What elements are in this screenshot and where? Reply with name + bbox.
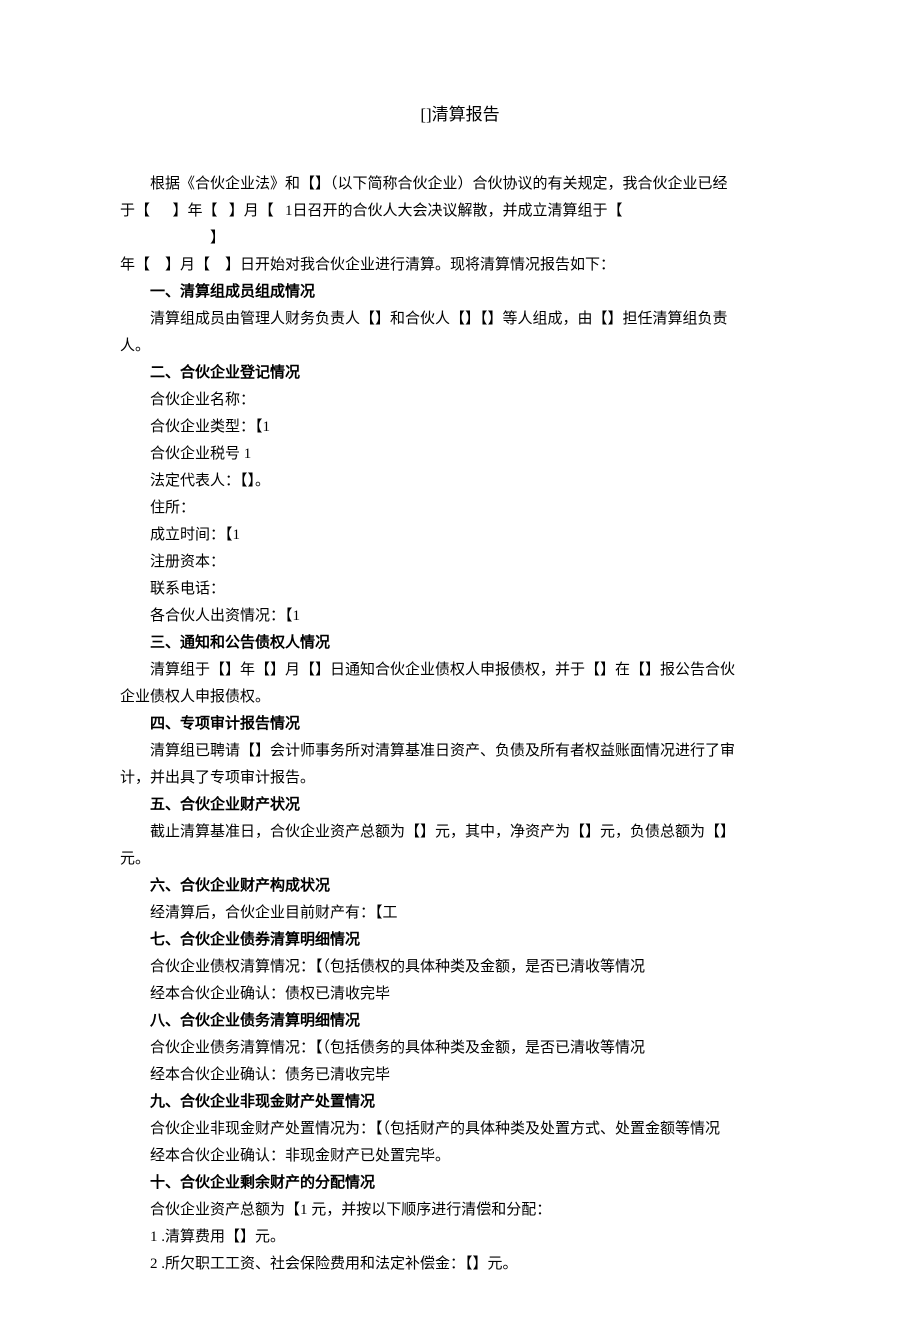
reg-partners: 各合伙人出资情况：【1 — [120, 603, 800, 630]
list-item-2: 2 .所欠职工工资、社会保险费用和法定补偿金：【】元。 — [120, 1251, 800, 1278]
section-9-line-2: 经本合伙企业确认：非现金财产已处置完毕。 — [120, 1143, 800, 1170]
intro-2-month: 】月【 — [229, 203, 274, 219]
reg-tax: 合伙企业税号 1 — [120, 441, 800, 468]
section-7-line-1: 合伙企业债权清算情况：【（包括债权的具体种类及金额，是否已清收等情况 — [120, 954, 800, 981]
heading-9: 九、合伙企业非现金财产处置情况 — [120, 1089, 800, 1116]
reg-addr: 住所： — [120, 495, 800, 522]
section-1-line-1: 清算组成员由管理人财务负责人【】和合伙人【】【】等人组成，由【】担任清算组负责 — [120, 306, 800, 333]
document-title: []清算报告 — [120, 100, 800, 131]
reg-est: 成立时间：【1 — [120, 522, 800, 549]
heading-7: 七、合伙企业债券清算明细情况 — [120, 927, 800, 954]
intro-2-year: 】年【 — [173, 203, 218, 219]
heading-4: 四、专项审计报告情况 — [120, 711, 800, 738]
section-3-line-1: 清算组于【】年【】月【】日通知合伙企业债权人申报债权，并于【】在【】报公告合伙 — [120, 657, 800, 684]
intro-2-day: 1日召开的合伙人大会决议解散，并成立清算组于【 — [285, 203, 623, 219]
heading-10: 十、合伙企业剩余财产的分配情况 — [120, 1170, 800, 1197]
list-item-1: 1 .清算费用【】元。 — [120, 1224, 800, 1251]
intro-2-prefix: 于【 — [120, 203, 150, 219]
section-8-line-1: 合伙企业债务清算情况：【（包括债务的具体种类及金额，是否已清收等情况 — [120, 1035, 800, 1062]
heading-1: 一、清算组成员组成情况 — [120, 279, 800, 306]
section-4-line-2: 计，并出具了专项审计报告。 — [120, 765, 800, 792]
heading-3: 三、通知和公告债权人情况 — [120, 630, 800, 657]
section-1-line-2: 人。 — [120, 333, 800, 360]
reg-name: 合伙企业名称： — [120, 387, 800, 414]
reg-legal: 法定代表人：【】。 — [120, 468, 800, 495]
reg-capital: 注册资本： — [120, 549, 800, 576]
intro-line-1: 根据《合伙企业法》和【】（以下简称合伙企业）合伙协议的有关规定，我合伙企业已经 — [120, 171, 800, 198]
heading-8: 八、合伙企业债务清算明细情况 — [120, 1008, 800, 1035]
section-4-line-1: 清算组已聘请【】会计师事务所对清算基准日资产、负债及所有者权益账面情况进行了审 — [120, 738, 800, 765]
section-10-line-1: 合伙企业资产总额为【1 元，并按以下顺序进行清偿和分配： — [120, 1197, 800, 1224]
intro-line-3: 】 — [120, 225, 800, 252]
section-6-line-1: 经清算后，合伙企业目前财产有：【工 — [120, 900, 800, 927]
section-7-line-2: 经本合伙企业确认：债权已清收完毕 — [120, 981, 800, 1008]
section-5-line-1: 截止清算基准日，合伙企业资产总额为【】元，其中，净资产为【】元，负债总额为【】 — [120, 819, 800, 846]
intro-line-2: 于【 】年【 】月【 1日召开的合伙人大会决议解散，并成立清算组于【 — [120, 198, 800, 225]
reg-type: 合伙企业类型：【1 — [120, 414, 800, 441]
heading-5: 五、合伙企业财产状况 — [120, 792, 800, 819]
section-8-line-2: 经本合伙企业确认：债务已清收完毕 — [120, 1062, 800, 1089]
section-9-line-1: 合伙企业非现金财产处置情况为：【（包括财产的具体种类及处置方式、处置金额等情况 — [120, 1116, 800, 1143]
heading-2: 二、合伙企业登记情况 — [120, 360, 800, 387]
section-3-line-2: 企业债权人申报债权。 — [120, 684, 800, 711]
reg-phone: 联系电话： — [120, 576, 800, 603]
intro-line-4: 年【 】月【 】日开始对我合伙企业进行清算。现将清算情况报告如下： — [120, 252, 800, 279]
section-5-line-2: 元。 — [120, 846, 800, 873]
heading-6: 六、合伙企业财产构成状况 — [120, 873, 800, 900]
